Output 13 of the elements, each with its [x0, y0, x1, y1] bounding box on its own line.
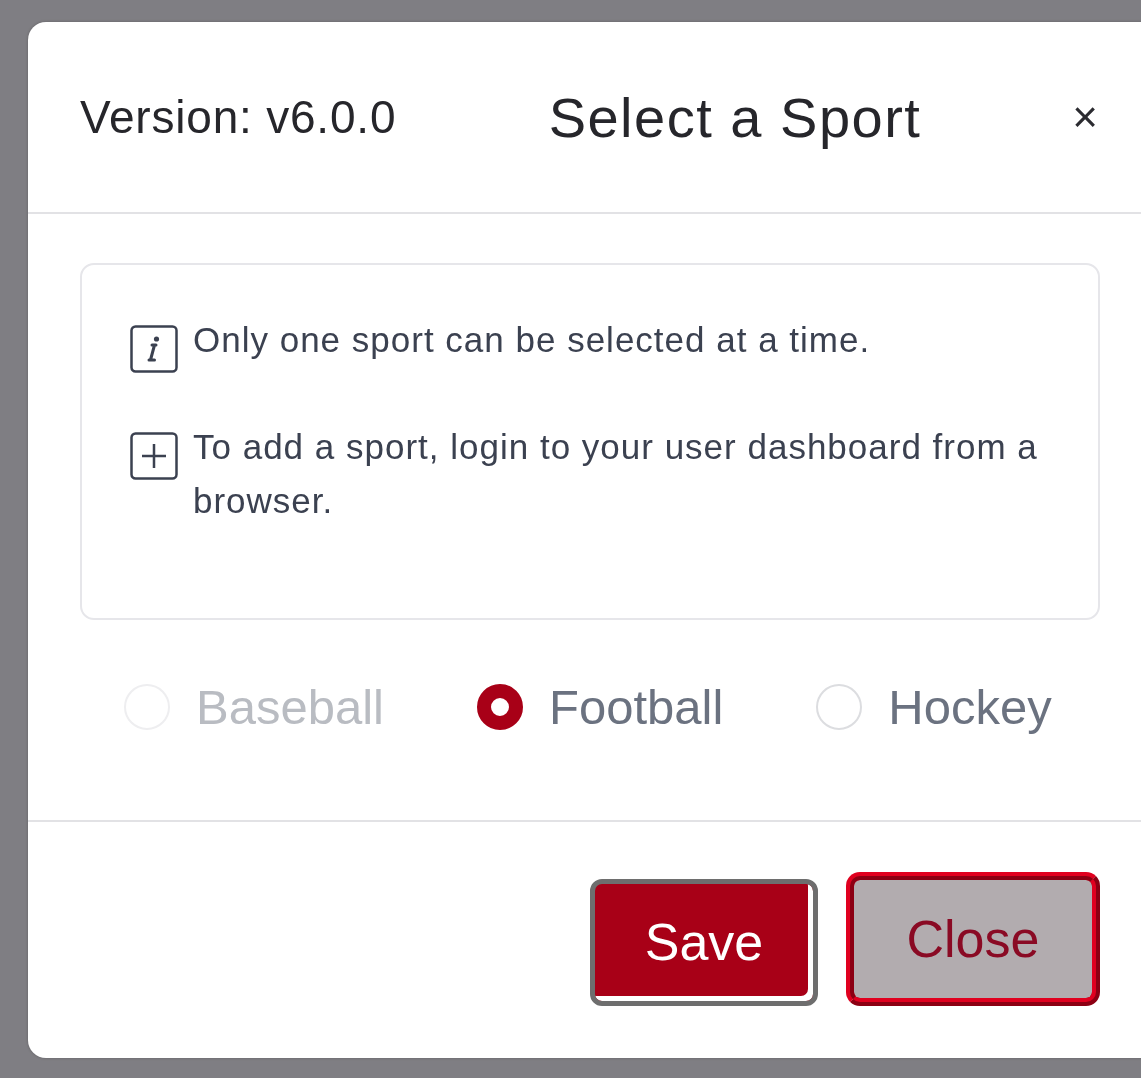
radio-button[interactable]: [476, 684, 523, 730]
plus-icon: [130, 432, 178, 480]
close-dialog-button[interactable]: Close: [846, 872, 1100, 1006]
info-icon: [130, 325, 178, 373]
version-label: Version: v6.0.0: [80, 90, 398, 144]
close-button[interactable]: ×: [1064, 95, 1106, 139]
radio-label[interactable]: Hockey: [888, 679, 1052, 735]
dialog-title: Select a Sport: [547, 84, 923, 150]
notice-text: Only one sport can be selected at a time.: [193, 319, 871, 361]
notice-text: To add a sport, login to your user dashboard from a browser.: [193, 426, 1039, 522]
save-button[interactable]: Save: [590, 878, 818, 1006]
radio-label: Baseball: [196, 679, 384, 735]
radio-label[interactable]: Football: [548, 679, 724, 735]
